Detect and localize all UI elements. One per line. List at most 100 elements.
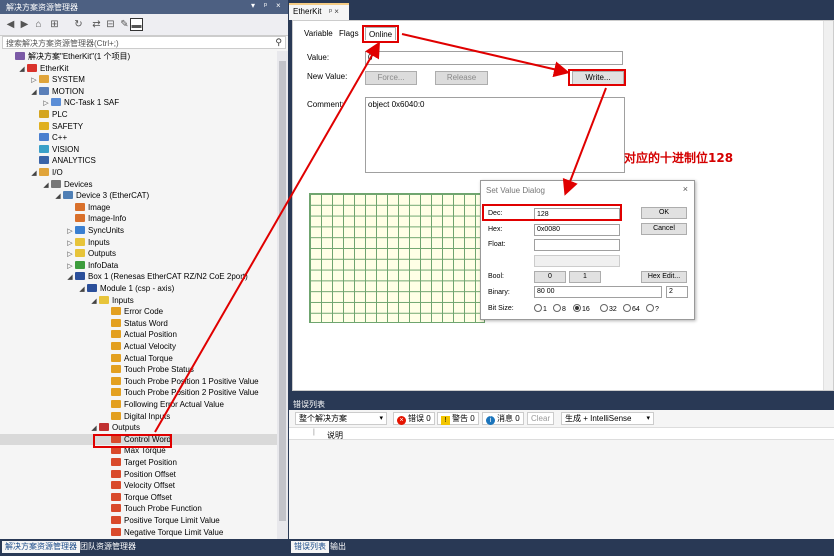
clear-button[interactable]: Clear: [527, 412, 555, 425]
preview-icon[interactable]: ▬: [130, 18, 143, 31]
tree-item[interactable]: Position Offset: [0, 469, 277, 481]
dialog-close-icon[interactable]: ×: [683, 184, 688, 194]
tree-item[interactable]: Error Code: [0, 306, 277, 318]
switch-views-icon[interactable]: ⊞: [48, 18, 61, 31]
tree-item[interactable]: Following Error Actual Value: [0, 399, 277, 411]
back-icon[interactable]: ◀: [4, 18, 17, 31]
tree-item[interactable]: Touch Probe Position 1 Positive Value: [0, 376, 277, 388]
tree-item[interactable]: ◢ Inputs: [0, 295, 277, 307]
sync-icon[interactable]: ⇄: [90, 18, 103, 31]
bitsize-radio-other[interactable]: ?: [646, 304, 659, 315]
tab-output[interactable]: 输出: [327, 541, 349, 553]
tab-error-list[interactable]: 错误列表: [291, 541, 329, 553]
document-scrollbar[interactable]: [823, 21, 833, 390]
bitsize-radio-64[interactable]: 64: [623, 304, 640, 315]
tree-item[interactable]: ▷ SYSTEM: [0, 74, 277, 86]
tree-item[interactable]: Touch Probe Function: [0, 503, 277, 515]
tree-item[interactable]: Torque Offset: [0, 492, 277, 504]
history-icon[interactable]: ↻: [72, 18, 85, 31]
bitsize-option-label: ?: [655, 306, 659, 313]
tree-item[interactable]: ▷ SyncUnits: [0, 225, 277, 237]
tree-item[interactable]: Touch Probe Status: [0, 364, 277, 376]
bool-1-button[interactable]: 1: [569, 271, 601, 283]
tree-item[interactable]: ◢ I/O: [0, 167, 277, 179]
tree-item[interactable]: Actual Torque: [0, 353, 277, 365]
tree-item[interactable]: ◢ Device 3 (EtherCAT): [0, 190, 277, 202]
search-input[interactable]: 搜索解决方案资源管理器(Ctrl+;): [6, 38, 119, 49]
tree-item[interactable]: Actual Velocity: [0, 341, 277, 353]
variable-in-icon: [111, 330, 121, 339]
document-tab-etherkit[interactable]: EtherKit ᵖ ×: [289, 3, 349, 20]
tree-item[interactable]: C++: [0, 132, 277, 144]
tree-item[interactable]: Actual Position: [0, 329, 277, 341]
tree-item[interactable]: VISION: [0, 144, 277, 156]
cancel-button[interactable]: Cancel: [641, 223, 687, 235]
release-button[interactable]: Release: [435, 71, 488, 85]
search-icon[interactable]: ⚲: [275, 37, 282, 48]
tab-solution-explorer[interactable]: 解决方案资源管理器: [2, 541, 80, 553]
tree-item[interactable]: Status Word: [0, 318, 277, 330]
messages-filter-button[interactable]: i 消息 0: [482, 412, 524, 425]
scrollbar-thumb[interactable]: [279, 61, 286, 521]
tree-item[interactable]: ▷ NC-Task 1 SAF: [0, 97, 277, 109]
tree-item[interactable]: ANALYTICS: [0, 155, 277, 167]
hex-edit-button[interactable]: Hex Edit...: [641, 271, 687, 283]
forward-icon[interactable]: ▶: [18, 18, 31, 31]
tree-item[interactable]: Target Position: [0, 457, 277, 469]
variable-in-icon: [111, 318, 121, 327]
tree-item-label: Target Position: [124, 458, 177, 467]
tree-item[interactable]: ▷ InfoData: [0, 260, 277, 272]
tree-item[interactable]: SAFETY: [0, 121, 277, 133]
tab-close-icon[interactable]: ᵖ ×: [329, 7, 339, 16]
bitsize-radio-32[interactable]: 32: [600, 304, 617, 315]
tab-flags[interactable]: Flags: [336, 27, 362, 40]
bool-label: Bool:: [488, 273, 504, 280]
errors-filter-button[interactable]: × 错误 0: [393, 412, 435, 425]
variable-out-icon: [111, 481, 121, 490]
bitsize-radio-16[interactable]: 16: [573, 304, 590, 315]
float-input[interactable]: [534, 239, 620, 251]
force-button[interactable]: Force...: [365, 71, 417, 85]
cpp-icon: [39, 133, 49, 142]
close-icon[interactable]: ×: [276, 1, 281, 10]
tree-item[interactable]: ◢ Devices: [0, 179, 277, 191]
tree-item-label: Position Offset: [124, 469, 176, 479]
tree-item[interactable]: ◢ EtherKit: [0, 63, 277, 75]
tree-item[interactable]: ▷ Inputs: [0, 237, 277, 249]
search-box[interactable]: 搜索解决方案资源管理器(Ctrl+;) ⚲: [2, 36, 286, 49]
bitsize-radio-8[interactable]: 8: [553, 304, 566, 315]
tree-item[interactable]: Image-Info: [0, 213, 277, 225]
error-icon: ×: [397, 416, 406, 425]
value-field: 0: [365, 51, 623, 65]
tree-item[interactable]: ◢ Box 1 (Renesas EtherCAT RZ/N2 CoE 2port…: [0, 271, 277, 283]
pin-icon[interactable]: ᵖ: [264, 1, 267, 10]
tab-team-explorer[interactable]: 团队资源管理器: [77, 541, 139, 553]
tree-item[interactable]: Velocity Offset: [0, 480, 277, 492]
tree-item[interactable]: Touch Probe Position 2 Positive Value: [0, 387, 277, 399]
hex-input[interactable]: 0x0080: [534, 224, 620, 236]
project-icon: [27, 63, 37, 72]
tree-item[interactable]: Digital Inputs: [0, 411, 277, 423]
warnings-filter-button[interactable]: ! 警告 0: [437, 412, 479, 425]
ok-button[interactable]: OK: [641, 207, 687, 219]
build-source-dropdown[interactable]: 生成 + IntelliSense ▾: [561, 412, 654, 425]
tab-variable[interactable]: Variable: [301, 27, 336, 40]
tree-item[interactable]: ◢ Outputs: [0, 422, 277, 434]
dropdown-icon[interactable]: ▾: [251, 1, 255, 10]
tree-item[interactable]: PLC: [0, 109, 277, 121]
tree-item[interactable]: ◢ MOTION: [0, 86, 277, 98]
column-description[interactable]: 说明: [327, 430, 343, 441]
tree-item[interactable]: Image: [0, 202, 277, 214]
collapse-all-icon[interactable]: ⊟: [104, 18, 117, 31]
binary-input[interactable]: 80 00: [534, 286, 662, 298]
tree-item[interactable]: Negative Torque Limit Value: [0, 527, 277, 539]
tree-item[interactable]: Positive Torque Limit Value: [0, 515, 277, 527]
tree-item[interactable]: ▷ Outputs: [0, 248, 277, 260]
tree-item[interactable]: 解决方案"EtherKit"(1 个项目): [0, 51, 277, 63]
bool-0-button[interactable]: 0: [534, 271, 566, 283]
tree-item[interactable]: ◢ Module 1 (csp - axis): [0, 283, 277, 295]
vertical-scrollbar[interactable]: [277, 51, 288, 539]
home-icon[interactable]: ⌂: [32, 18, 45, 31]
scope-dropdown[interactable]: 整个解决方案 ▾: [295, 412, 387, 425]
bitsize-radio-1[interactable]: 1: [534, 304, 547, 315]
